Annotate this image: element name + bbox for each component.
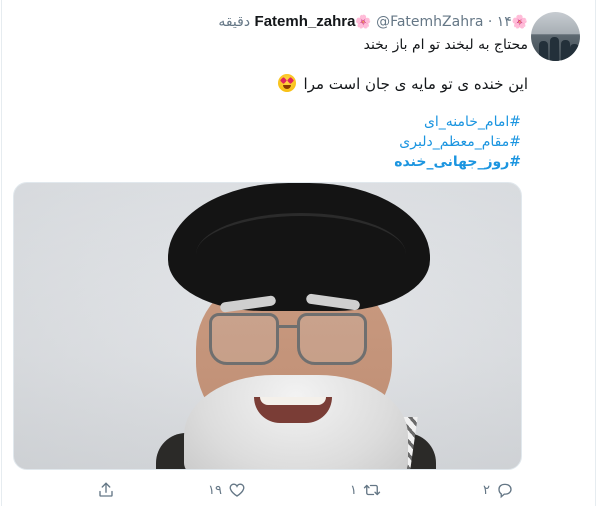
- tweet-header: 🌸Fatemh_zahra🌸 @FatemhZahra · ۱۴ دقیقه: [218, 13, 528, 32]
- photo-glasses-bridge: [276, 325, 298, 328]
- tweet-text-line-2: این خنده ی تو مایه ی جان است مرا: [277, 74, 528, 93]
- retweet-icon: [363, 484, 381, 496]
- retweet-count: ۱: [350, 482, 357, 498]
- avatar[interactable]: [531, 12, 580, 61]
- tweet-text-line-1: محتاج به لبخند تو ام باز بخند: [363, 37, 528, 53]
- tweet[interactable]: 🌸Fatemh_zahra🌸 @FatemhZahra · ۱۴ دقیقه م…: [0, 0, 598, 506]
- photo-glasses-lens: [209, 313, 279, 365]
- like-count: ۱۹: [208, 482, 222, 498]
- reply-count: ۲: [483, 482, 490, 498]
- user-handle[interactable]: @FatemhZahra: [376, 14, 483, 30]
- photo-glasses-lens: [297, 313, 367, 365]
- reply-button[interactable]: ۲: [483, 478, 514, 502]
- like-button[interactable]: ۱۹: [208, 478, 246, 502]
- avatar-figure: [561, 40, 570, 61]
- name-decoration: 🌸: [511, 15, 528, 30]
- reply-icon: [498, 483, 512, 499]
- name-decoration: 🌸: [355, 15, 372, 30]
- tweet-photo[interactable]: [13, 182, 522, 470]
- photo-teeth: [260, 397, 326, 405]
- share-icon: [99, 482, 113, 497]
- like-icon: [229, 483, 245, 497]
- photo-turban-fold: [196, 213, 406, 296]
- tweet-actions: ۲ ۱ ۱۹: [0, 478, 598, 502]
- heart-eyes-emoji-icon: [277, 74, 296, 92]
- avatar-figure: [570, 44, 579, 61]
- tweet-text-line-2-text: این خنده ی تو مایه ی جان است مرا: [303, 75, 528, 93]
- separator-dot: ·: [487, 14, 493, 30]
- retweet-button[interactable]: ۱: [350, 478, 381, 502]
- display-name[interactable]: Fatemh_zahra: [255, 13, 356, 30]
- avatar-figure: [539, 41, 548, 61]
- hashtag-link[interactable]: #امام_خامنه_ای: [424, 114, 521, 130]
- share-button[interactable]: [97, 478, 115, 502]
- hashtag-link[interactable]: #مقام_معظم_دلبری: [399, 134, 521, 150]
- avatar-figure: [550, 37, 559, 61]
- hashtag-link[interactable]: #روز_جهانی_خنده: [394, 154, 521, 170]
